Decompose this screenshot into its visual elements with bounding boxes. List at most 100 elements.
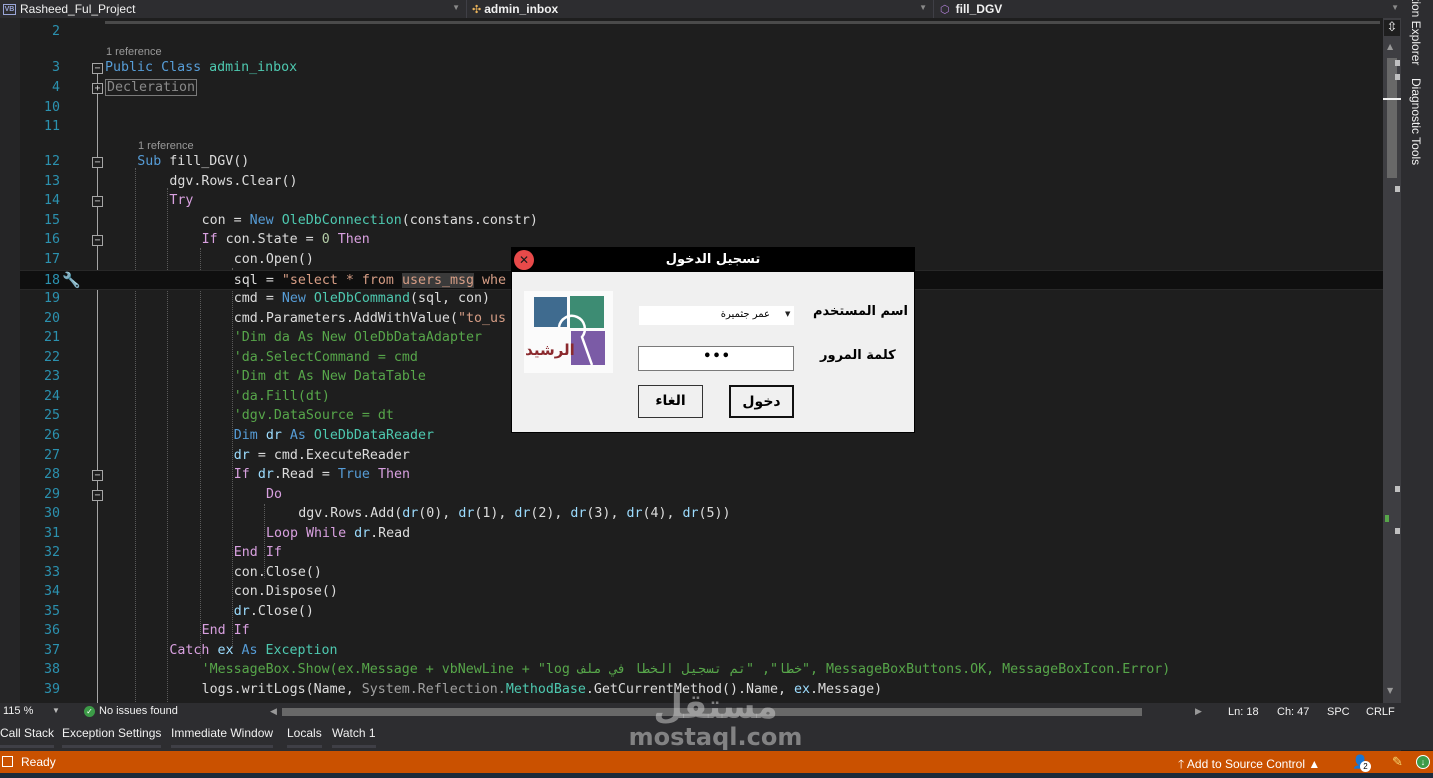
chevron-down-icon: ▼ [1391,3,1399,12]
diagnostic-tools-tab[interactable]: Diagnostic Tools [1409,78,1423,165]
feedback-icon[interactable]: ✎ [1392,754,1403,770]
line-ending[interactable]: CRLF [1366,706,1395,718]
code-line[interactable]: 38 'MessageBox.Show(ex.Message + vbNewLin… [20,660,1383,680]
username-combobox[interactable]: عمر جثميرة ▼ [638,305,795,326]
line-number: 33 [43,565,60,580]
split-window-icon[interactable]: ⇳ [1384,20,1400,36]
horizontal-scrollbar[interactable]: ◀ ▶ [270,706,1210,717]
chevron-down-icon[interactable]: ▼ [785,310,790,318]
solution-explorer-tab[interactable]: tion Explorer [1409,0,1423,65]
code-text: dgv.Rows.Add(dr(0), dr(1), dr(2), dr(3),… [298,504,730,524]
logo-purple-square [571,331,605,365]
code-line[interactable]: 13 dgv.Rows.Clear() [20,172,1383,192]
indent-mode[interactable]: SPC [1327,706,1350,718]
code-lens-references[interactable]: 1 reference [138,139,194,153]
issues-indicator[interactable]: ✓ No issues found [84,705,178,717]
collapse-icon[interactable]: − [92,157,103,168]
ready-icon [2,756,13,767]
collapse-icon[interactable]: − [92,470,103,481]
project-name: Rasheed_Ful_Project [20,2,136,16]
code-token: Sub [137,154,162,169]
code-line[interactable]: 28 If dr.Read = True Then [20,465,1383,485]
download-update-icon[interactable]: ↓ [1416,755,1430,769]
code-line[interactable]: 35 dr.Close() [20,602,1383,622]
code-line[interactable]: 33 con.Close() [20,563,1383,583]
code-line[interactable]: 15 con = New OleDbConnection(constans.con… [20,211,1383,231]
code-token: Dim [233,428,258,443]
code-token: (4), [642,506,683,521]
code-token: whe [474,273,507,288]
tab-call-stack[interactable]: Call Stack [0,726,55,748]
scroll-left-arrow-icon[interactable]: ◀ [270,706,277,717]
zoom-level[interactable]: 115 % [3,705,33,717]
code-line[interactable]: 11 [20,117,1383,137]
login-button[interactable]: دخول [729,385,794,418]
code-line[interactable]: 14 Try [20,191,1383,211]
source-control-label: Add to Source Control [1186,757,1305,771]
expand-icon[interactable]: + [92,83,103,94]
code-token: As [241,643,258,658]
class-dropdown[interactable]: ✣ admin_inbox ▼ [467,0,934,18]
class-icon: ✣ [472,3,482,16]
member-dropdown[interactable]: ⬡ fill_DGV ▼ [934,0,1405,18]
project-dropdown[interactable]: VB Rasheed_Ful_Project ▼ [0,0,467,18]
char-number[interactable]: Ch: 47 [1277,706,1309,718]
company-logo: الرشيد [524,291,613,373]
code-token: "to_us [457,311,506,326]
cancel-button[interactable]: الغاء [638,385,703,418]
code-line[interactable]: 2 [20,22,1383,42]
scroll-right-arrow-icon[interactable]: ▶ [1195,706,1202,717]
code-line[interactable]: 16 If con.State = 0 Then [20,230,1383,250]
password-field[interactable]: ••• [638,346,794,371]
screwdriver-icon[interactable]: 🔧 [62,271,81,289]
line-number: 37 [43,643,60,658]
code-token: con.Dispose() [233,584,338,599]
scroll-up-arrow-icon[interactable]: ▲ [1387,42,1393,51]
code-line[interactable]: 39 logs.writLogs(Name, System.Reflection.… [20,680,1383,700]
horizontal-scrollbar-thumb[interactable] [282,708,1142,716]
code-text: con.Close() [234,563,322,583]
code-line[interactable]: 37 Catch ex As Exception [20,641,1383,661]
password-mask: ••• [703,349,731,364]
line-number: 26 [43,428,60,443]
collapse-icon[interactable]: − [92,490,103,501]
scroll-down-arrow-icon[interactable]: ▼ [1387,686,1393,695]
code-token: Loop [266,526,299,541]
code-token: 'MessageBox.Show(ex.Message + vbNewLine … [201,662,1171,677]
close-icon[interactable]: ✕ [514,250,534,270]
code-line[interactable]: 4 Decleration [20,78,1383,98]
code-token: dr [257,467,274,482]
tab-locals[interactable]: Locals [287,726,322,748]
chevron-down-icon[interactable]: ▼ [52,706,60,715]
tab-exception-settings[interactable]: Exception Settings [62,726,162,748]
line-number[interactable]: Ln: 18 [1228,706,1259,718]
collapse-icon[interactable]: − [92,63,103,74]
collapse-icon[interactable]: − [92,196,103,207]
code-line[interactable]: 32 End If [20,543,1383,563]
code-text: 'dgv.DataSource = dt [234,406,394,426]
code-line[interactable]: 10 [20,98,1383,118]
code-line[interactable]: 30 dgv.Rows.Add(dr(0), dr(1), dr(2), dr(3… [20,504,1383,524]
line-number: 38 [43,662,60,677]
code-text: 'da.Fill(dt) [234,387,330,407]
tab-watch-1[interactable]: Watch 1 [332,726,376,748]
code-line[interactable]: 31 Loop While dr.Read [20,524,1383,544]
collapse-icon[interactable]: − [92,235,103,246]
code-text: If dr.Read = True Then [234,465,410,485]
code-token: If [233,623,250,638]
code-line[interactable]: 36 End If [20,621,1383,641]
code-lens-references[interactable]: 1 reference [106,45,162,59]
code-line[interactable]: 3 Public Class admin_inbox [20,58,1383,78]
tab-immediate-window[interactable]: Immediate Window [171,726,274,748]
dialog-title: تسجيل الدخول [512,248,914,272]
code-line[interactable]: 12 Sub fill_DGV() [20,152,1383,172]
code-line[interactable]: 29 Do [20,485,1383,505]
vertical-scrollbar[interactable]: ⇳ ▲ ▼ [1383,18,1401,703]
code-line[interactable]: 27 dr = cmd.ExecuteReader [20,446,1383,466]
code-token: If [265,545,282,560]
code-token: cmd = [233,291,282,306]
logo-green-square [570,296,604,328]
code-token: 'Dim da As New OleDbDataAdapter [233,330,482,345]
code-line[interactable]: 34 con.Dispose() [20,582,1383,602]
